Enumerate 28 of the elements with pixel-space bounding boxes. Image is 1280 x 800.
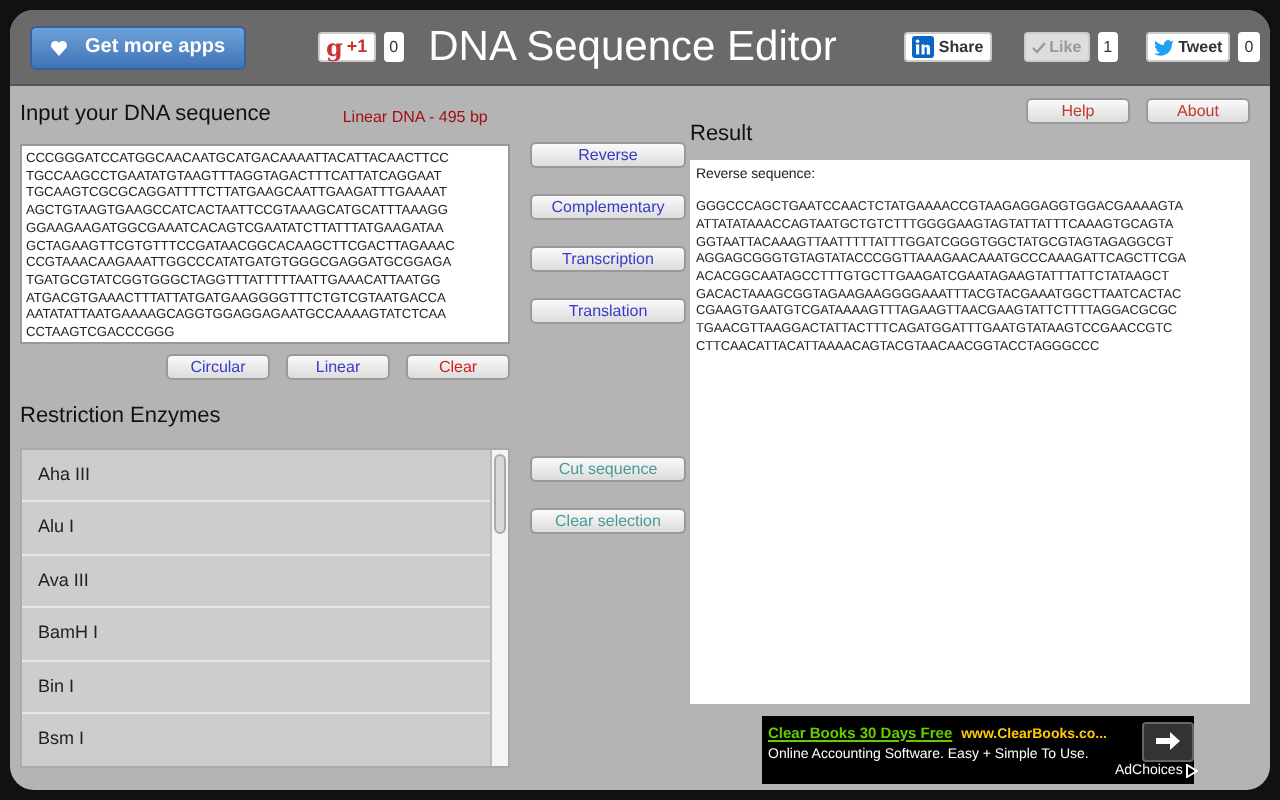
bird-icon	[1154, 39, 1175, 55]
tweet-count: 0	[1238, 32, 1260, 62]
action-button[interactable]: Complementary	[530, 194, 686, 220]
get-more-apps-button[interactable]: Get more apps	[30, 25, 246, 69]
action-button[interactable]: Transcription	[530, 246, 686, 272]
ad-arrow-button[interactable]	[1142, 721, 1195, 761]
section-heading: Input your DNA sequence	[20, 99, 271, 129]
top-button[interactable]: About	[1146, 98, 1250, 124]
plus-one-count: 0	[383, 32, 405, 62]
linkedin-share-button[interactable]: Share	[904, 32, 992, 62]
app-title: DNA Sequence Editor	[428, 21, 837, 74]
like-count: 1	[1097, 32, 1119, 62]
heart-icon	[50, 39, 69, 55]
mode-button[interactable]: Linear	[286, 354, 390, 380]
tweet-button[interactable]: Tweet	[1146, 32, 1231, 62]
clear-button[interactable]: Clear	[406, 354, 510, 380]
action-button[interactable]: Reverse	[530, 142, 686, 168]
linkedin-icon	[912, 36, 935, 58]
mode-button[interactable]: Circular	[166, 354, 270, 380]
check-icon	[1031, 41, 1046, 53]
action-button[interactable]: Translation	[530, 298, 686, 324]
section-heading: Result	[690, 120, 755, 150]
top-button[interactable]: Help	[1026, 98, 1130, 124]
adchoices-icon	[1186, 764, 1199, 778]
dna-info-label: Linear DNA - 495 bp	[342, 106, 488, 130]
arrow-icon	[1156, 732, 1181, 750]
enzyme-item[interactable]: Aha III	[22, 449, 490, 502]
section-heading: Restriction Enzymes	[20, 402, 223, 432]
